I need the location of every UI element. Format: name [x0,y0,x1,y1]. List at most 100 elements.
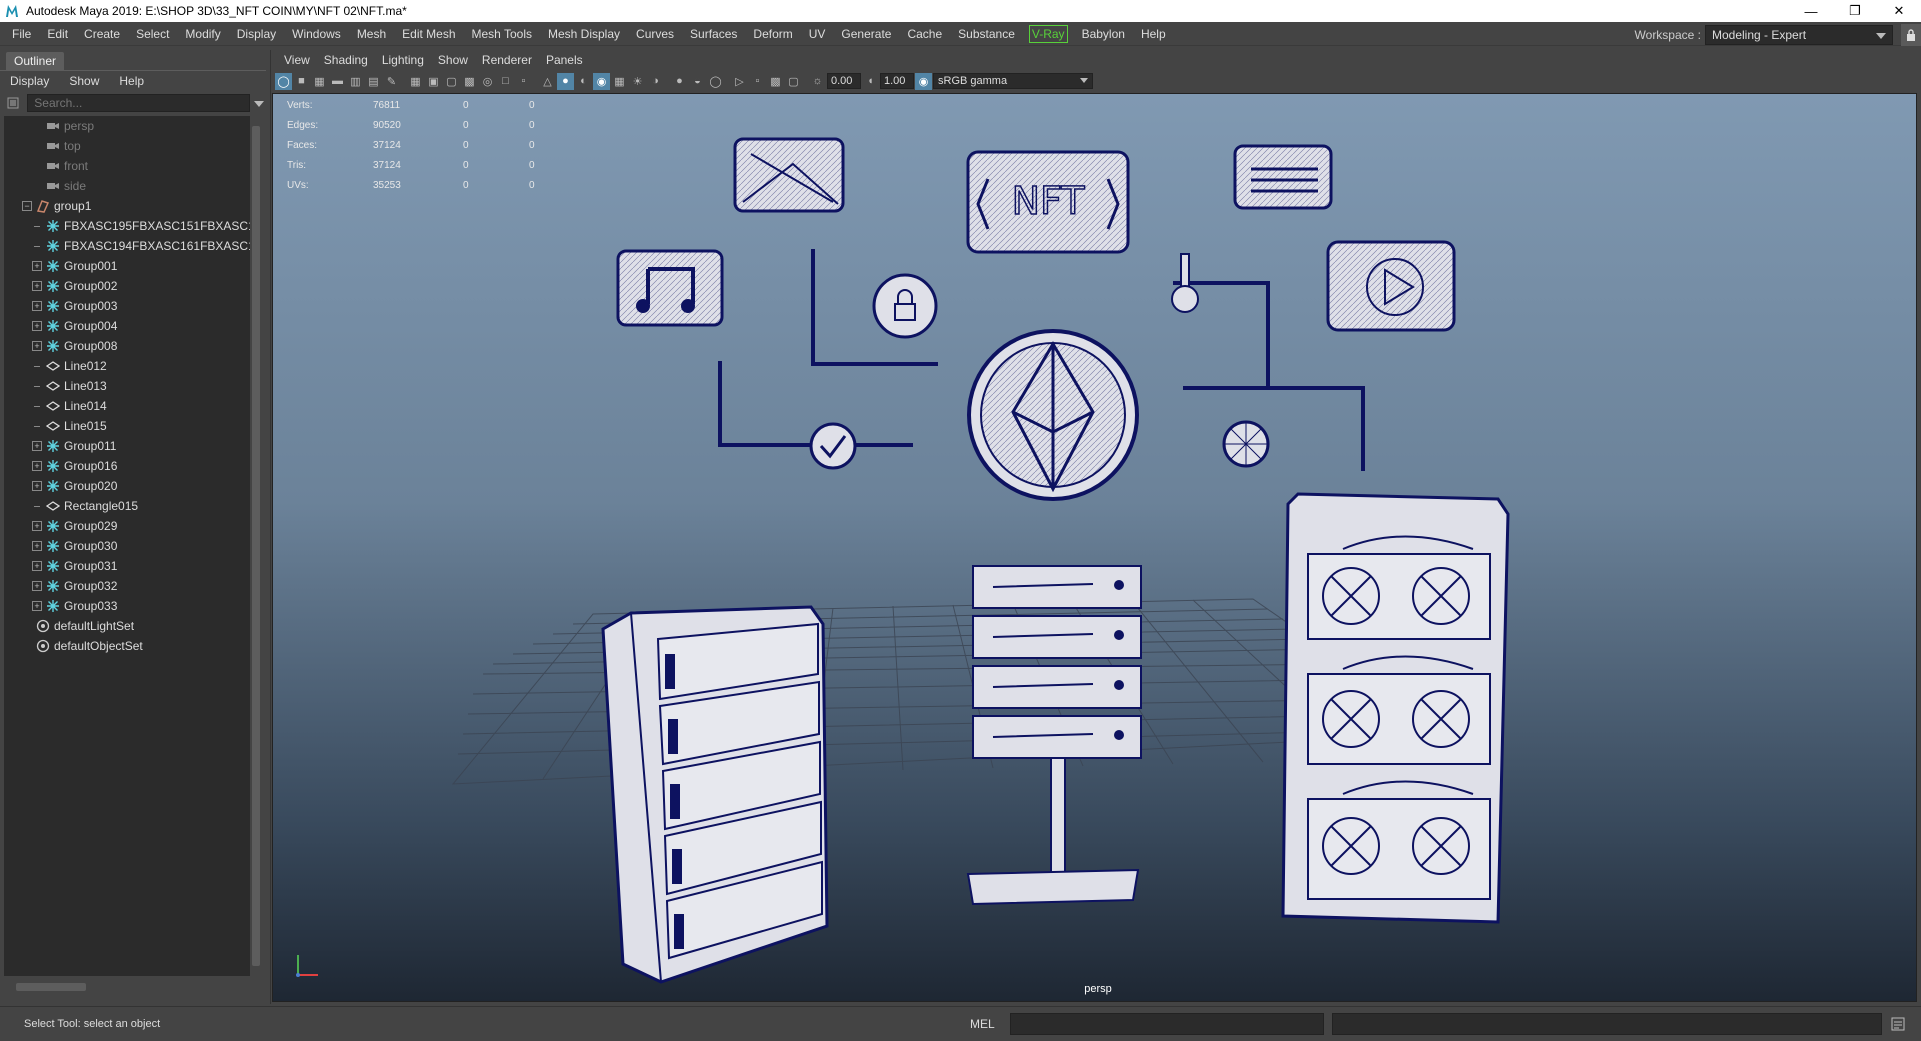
outliner-item[interactable]: + Group001 [4,256,252,276]
image-plane-icon[interactable]: ▥ [347,73,364,90]
lock-camera-icon[interactable]: ■ [293,73,310,90]
expand-toggle-icon[interactable]: + [32,261,42,271]
isolate-select-icon[interactable]: ▷ [731,73,748,90]
menu-surfaces[interactable]: Surfaces [682,22,745,46]
minimize-button[interactable]: — [1789,0,1833,22]
menu-vray[interactable]: V-Ray [1028,24,1068,43]
outliner-item[interactable]: Line015 [4,416,252,436]
outliner-item[interactable]: + Group016 [4,456,252,476]
outliner-item[interactable]: defaultObjectSet [4,636,252,656]
grid-icon[interactable]: ▦ [407,73,424,90]
outliner-item[interactable]: + Group011 [4,436,252,456]
outliner-item[interactable]: Line012 [4,356,252,376]
menu-mesh-tools[interactable]: Mesh Tools [464,22,540,46]
exposure-field[interactable]: 0.00 [827,73,861,89]
outliner-item[interactable]: Line014 [4,396,252,416]
outliner-item[interactable]: − group1 [4,196,252,216]
scroll-thumb[interactable] [16,983,86,991]
panel-menu-view[interactable]: View [277,53,317,67]
expand-toggle-icon[interactable]: − [22,201,32,211]
menu-edit[interactable]: Edit [39,22,76,46]
panel-menu-shading[interactable]: Shading [317,53,375,67]
outliner-item[interactable]: + Group003 [4,296,252,316]
outliner-item[interactable]: + Group033 [4,596,252,616]
xray-active-components-icon[interactable]: ▩ [767,73,784,90]
outliner-item[interactable]: Line013 [4,376,252,396]
outliner-item[interactable]: + Group031 [4,556,252,576]
menu-help[interactable]: Help [1133,22,1174,46]
film-gate-icon[interactable]: ▣ [425,73,442,90]
default-material-icon[interactable]: ◐ [575,73,592,90]
outliner-item[interactable]: + Group008 [4,336,252,356]
xray-joints-icon[interactable]: ▢ [785,73,802,90]
3d-viewport[interactable]: Verts: 76811 0 0 Edges: 90520 0 0 Faces: 37124 0… [272,93,1917,1002]
outliner-item[interactable]: front [4,156,252,176]
menu-uv[interactable]: UV [801,22,834,46]
menu-modify[interactable]: Modify [177,22,228,46]
expand-toggle-icon[interactable]: + [32,541,42,551]
select-camera-icon[interactable]: ◯ [275,72,292,90]
outliner-item[interactable]: + Group004 [4,316,252,336]
outliner-menu-show[interactable]: Show [59,74,109,88]
mel-command-input[interactable] [1010,1013,1324,1035]
outliner-item[interactable]: + Group030 [4,536,252,556]
safe-action-icon[interactable]: □ [497,73,514,90]
expand-toggle-icon[interactable]: + [32,461,42,471]
outliner-horizontal-scrollbar[interactable] [4,980,252,994]
wireframe-on-shaded-icon[interactable]: ◉ [593,72,610,90]
expand-toggle-icon[interactable]: + [32,281,42,291]
wireframe-icon[interactable]: △ [539,73,556,90]
colorspace-dropdown[interactable]: sRGB gamma [933,73,1093,89]
expand-toggle-icon[interactable]: + [32,321,42,331]
script-editor-icon[interactable] [1888,1014,1908,1034]
gamma-icon[interactable]: ◖ [862,73,879,90]
safe-title-icon[interactable]: ▫ [515,73,532,90]
exposure-icon[interactable]: ☼ [809,73,826,90]
expand-toggle-icon[interactable]: + [32,581,42,591]
expand-toggle-icon[interactable]: + [32,441,42,451]
2d-pan-zoom-icon[interactable]: ▤ [365,73,382,90]
use-all-lights-icon[interactable]: ☀ [629,73,646,90]
camera-attributes-icon[interactable]: ▦ [311,73,328,90]
shadows-icon[interactable]: ◑ [647,73,664,90]
menu-create[interactable]: Create [76,22,128,46]
textured-icon[interactable]: ▦ [611,73,628,90]
smooth-shade-icon[interactable]: ● [557,72,574,90]
panel-menu-panels[interactable]: Panels [539,53,590,67]
expand-toggle-icon[interactable]: + [32,481,42,491]
lock-icon[interactable] [1901,24,1921,46]
resolution-gate-icon[interactable]: ▢ [443,73,460,90]
screen-space-ao-icon[interactable]: ● [671,73,688,90]
menu-mesh[interactable]: Mesh [349,22,394,46]
expand-toggle-icon[interactable]: + [32,561,42,571]
outliner-item[interactable]: + Group020 [4,476,252,496]
motion-blur-icon[interactable]: ◒ [689,73,706,90]
outliner-item[interactable]: + Group002 [4,276,252,296]
expand-toggle-icon[interactable]: + [32,521,42,531]
outliner-tab[interactable]: Outliner [6,52,65,70]
outliner-item[interactable]: defaultLightSet [4,616,252,636]
outliner-item[interactable]: side [4,176,252,196]
outliner-item[interactable]: FBXASC195FBXASC151FBXASC195FE [4,216,252,236]
outliner-item[interactable]: FBXASC194FBXASC161FBXASC194FE [4,236,252,256]
workspace-dropdown[interactable]: Modeling - Expert [1705,25,1893,45]
menu-windows[interactable]: Windows [284,22,349,46]
outliner-item[interactable]: top [4,136,252,156]
field-chart-icon[interactable]: ◎ [479,73,496,90]
mel-label[interactable]: MEL [970,1017,1010,1031]
color-management-icon[interactable]: ◉ [915,72,932,90]
gamma-field[interactable]: 1.00 [880,73,914,89]
menu-generate[interactable]: Generate [833,22,899,46]
outliner-vertical-scrollbar[interactable] [250,116,262,976]
filter-icon[interactable] [2,97,23,109]
anti-aliasing-icon[interactable]: ◯ [707,73,724,90]
menu-substance[interactable]: Substance [950,22,1023,46]
panel-menu-lighting[interactable]: Lighting [375,53,431,67]
menu-file[interactable]: File [4,22,39,46]
expand-toggle-icon[interactable]: + [32,341,42,351]
expand-toggle-icon[interactable]: + [32,301,42,311]
scroll-thumb[interactable] [252,126,260,966]
grease-pencil-icon[interactable]: ✎ [383,73,400,90]
outliner-search-input[interactable] [27,94,250,112]
outliner-item[interactable]: + Group032 [4,576,252,596]
